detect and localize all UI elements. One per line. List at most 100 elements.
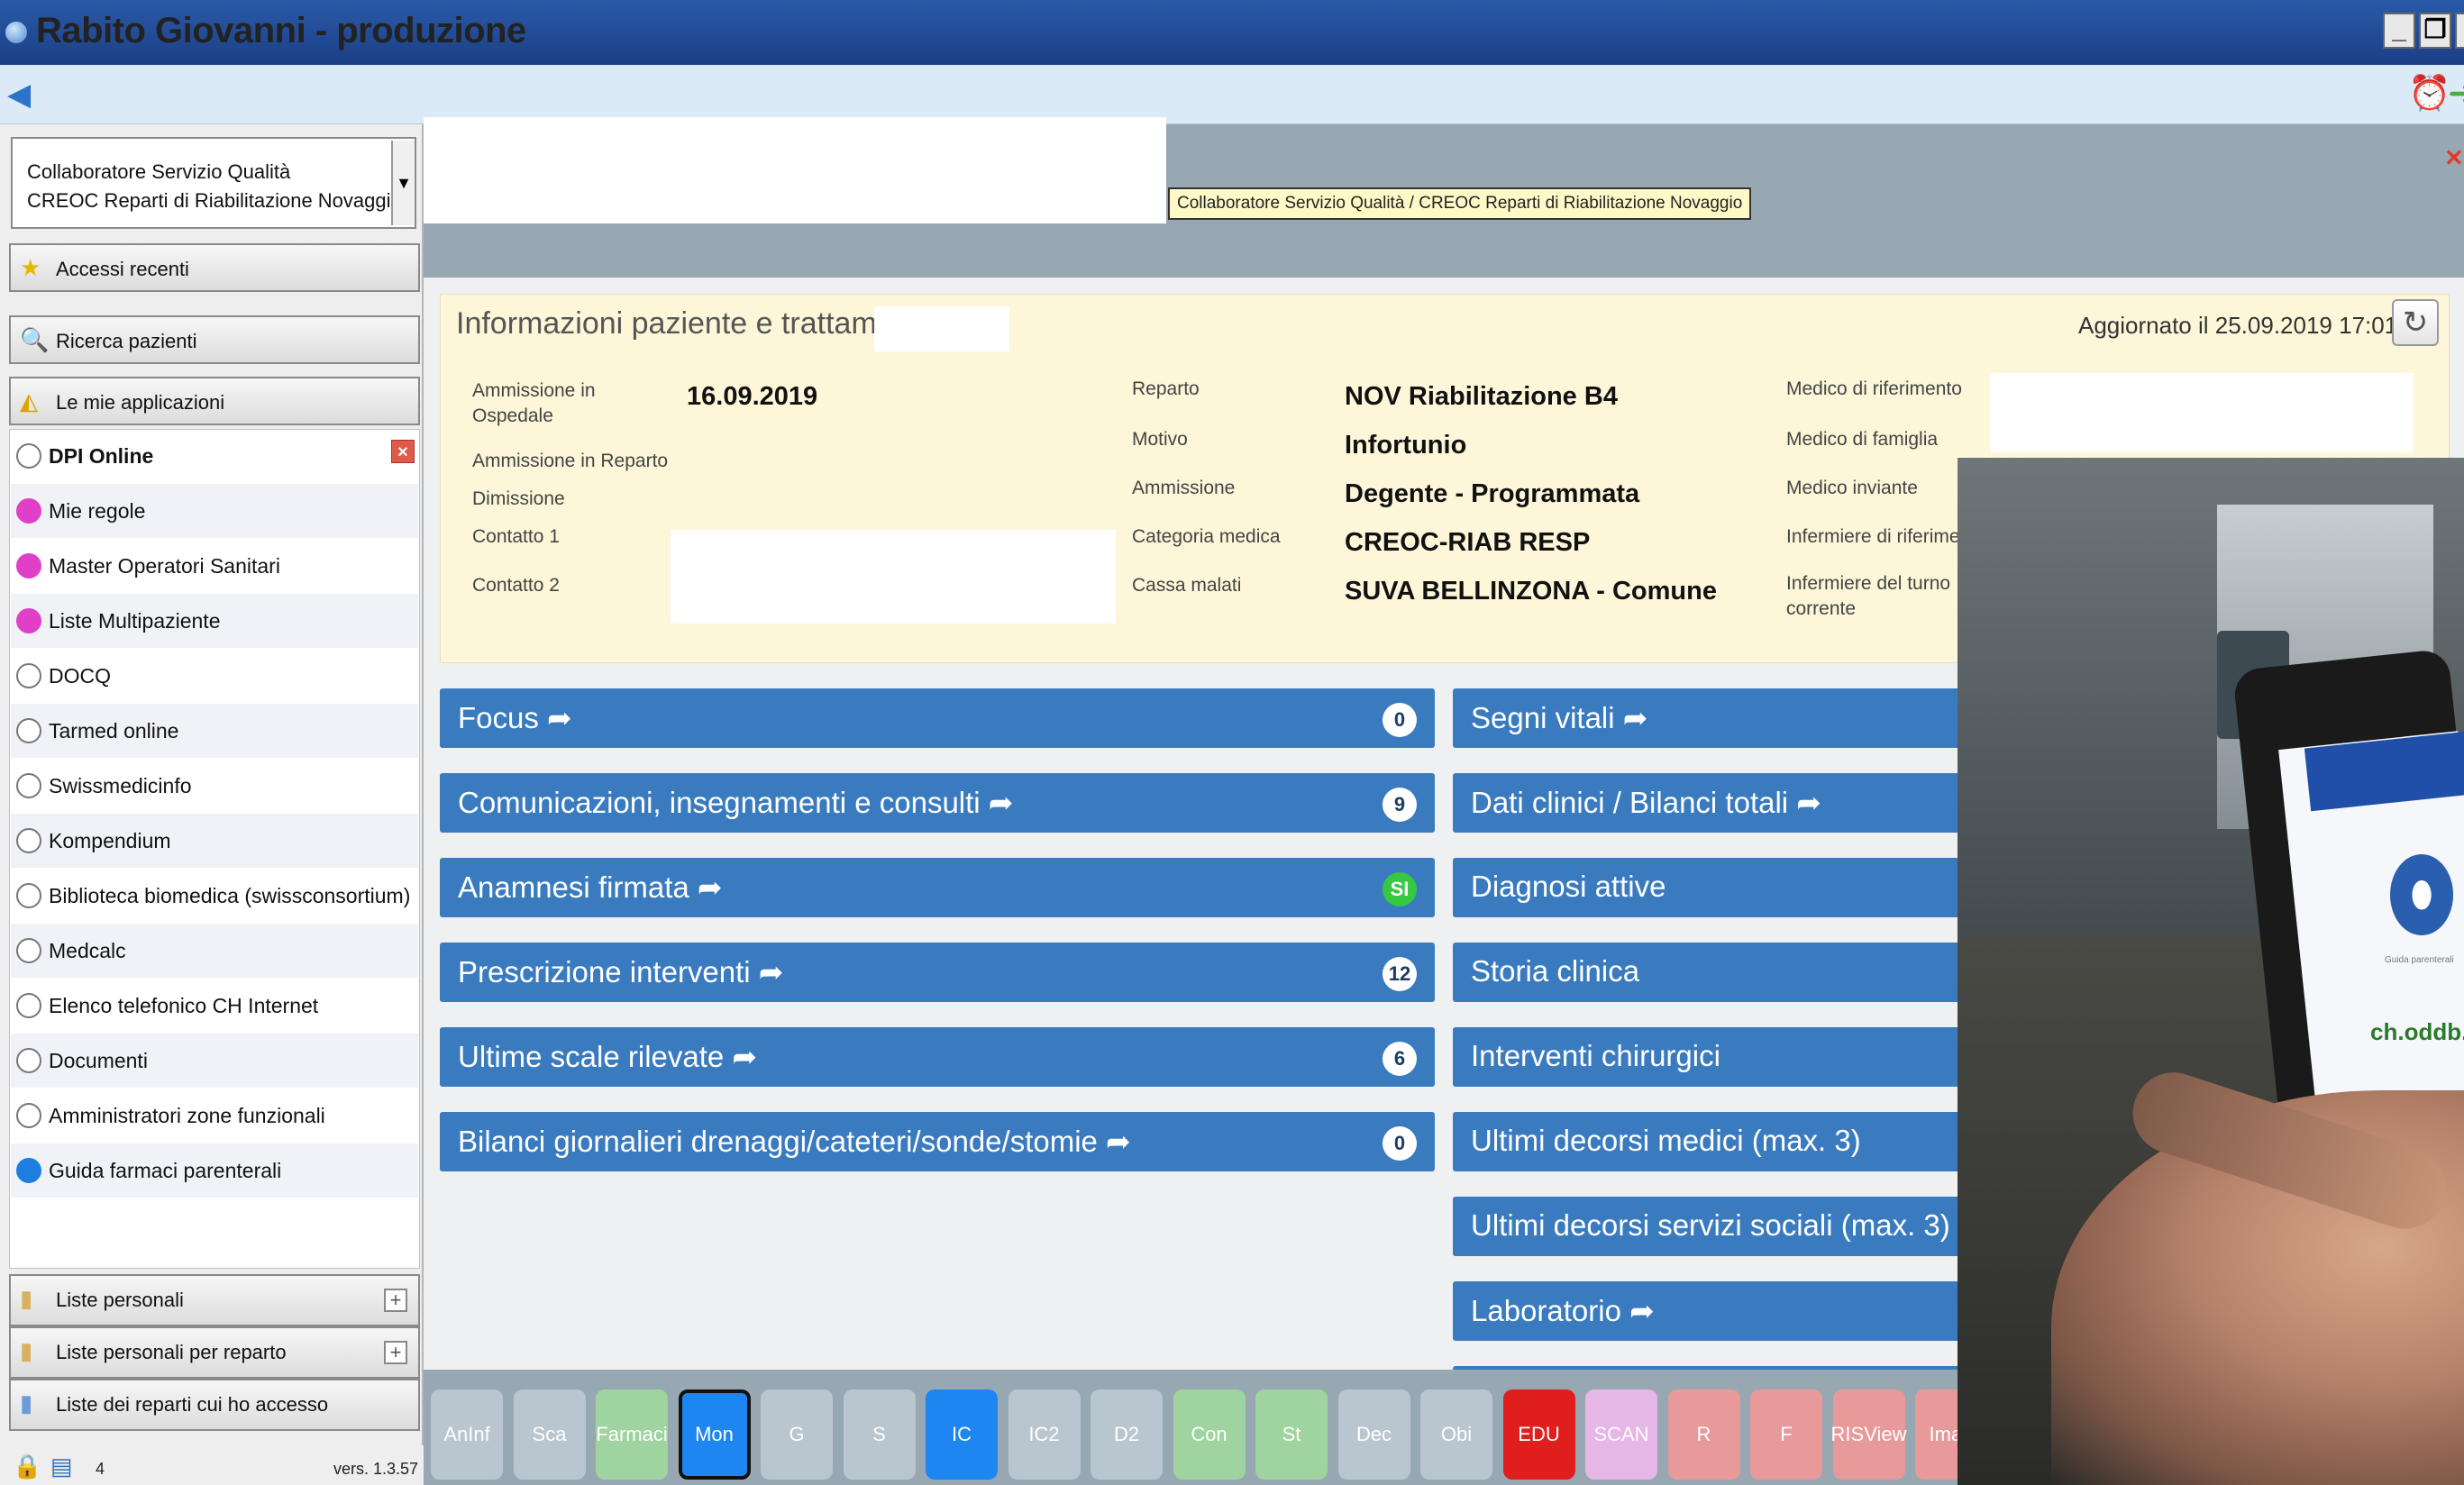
section-bar[interactable]: Bilanci giornalieri drenaggi/cateteri/so…	[440, 1112, 1435, 1171]
close-icon[interactable]: ×	[391, 440, 415, 463]
my-apps-section[interactable]: ◭ Le mie applicazioni	[9, 377, 420, 425]
redacted-area	[424, 117, 1166, 223]
field-label: Contatto 2	[472, 575, 560, 596]
app-label: Elenco telefonico CH Internet	[49, 994, 319, 1017]
tab-aninf[interactable]: AnInf	[431, 1389, 503, 1480]
tab-scan[interactable]: SCAN	[1585, 1389, 1657, 1480]
tab-farmaci[interactable]: Farmaci	[596, 1389, 668, 1480]
field-value: NOV Riabilitazione B4	[1345, 382, 1618, 411]
section-bar-label: Interventi chirurgici	[1471, 1039, 1720, 1072]
section-bar-label: Storia clinica	[1471, 954, 1640, 988]
app-list-item[interactable]: DOCQ	[11, 649, 418, 703]
tab-mon[interactable]: Mon	[678, 1389, 751, 1480]
count-badge: 12	[1383, 957, 1417, 991]
field-label: Contatto 1	[472, 526, 560, 547]
tab-f[interactable]: F	[1750, 1389, 1822, 1480]
app-list-item[interactable]: Elenco telefonico CH Internet	[11, 979, 418, 1033]
app-list-item[interactable]: Biblioteca biomedica (swissconsortium)	[11, 869, 418, 923]
section-bar[interactable]: Prescrizione interventi ➦ 12	[440, 943, 1435, 1002]
section-bar-label: Bilanci giornalieri drenaggi/cateteri/so…	[458, 1125, 1131, 1158]
iv-drip-icon: ⬮	[2390, 854, 2453, 935]
close-window-button[interactable]	[2455, 13, 2464, 49]
personal-lists-section[interactable]: ▮ Liste personali +	[9, 1274, 420, 1326]
star-folder-icon: ★	[20, 254, 41, 281]
back-arrow-icon[interactable]: ◀	[7, 79, 38, 110]
section-bar[interactable]: Anamnesi firmata ➦ SI	[440, 858, 1435, 917]
app-list-item[interactable]: Tarmed online	[11, 704, 418, 758]
status-dot-icon	[16, 1158, 41, 1183]
app-label: Amministratori zone funzionali	[49, 1104, 325, 1127]
tab-risview[interactable]: RISView	[1831, 1389, 1906, 1480]
app-label: Mie regole	[49, 499, 146, 523]
count-badge: 0	[1383, 703, 1417, 737]
field-label: Ammissione	[1132, 478, 1236, 498]
app-list-item[interactable]: Kompendium	[11, 814, 418, 868]
app-label: Master Operatori Sanitari	[49, 554, 280, 578]
close-icon[interactable]: ✕	[2444, 144, 2464, 172]
refresh-icon[interactable]: ↻	[2392, 299, 2439, 346]
tablet-caption: Guida parenterali	[2385, 955, 2454, 965]
field-label: Infermiere del turno corrente (pomeriggi…	[1786, 573, 1951, 625]
role-line-2: CREOC Reparti di Riabilitazione Novaggio	[27, 189, 402, 212]
app-list-item[interactable]: Amministratori zone funzionali	[11, 1089, 418, 1143]
section-bar[interactable]: Ultime scale rilevate ➦ 6	[440, 1027, 1435, 1087]
app-list-item[interactable]: Liste Multipaziente	[11, 594, 418, 648]
tablet-logo: ch.oddb.org	[2370, 1018, 2464, 1045]
recent-access-label: Accessi recenti	[56, 258, 189, 280]
section-bar[interactable]: Comunicazioni, insegnamenti e consulti ➦…	[440, 773, 1435, 833]
app-list-item[interactable]: DPI Online	[11, 429, 418, 483]
app-list-item[interactable]: Swissmedicinfo	[11, 759, 418, 813]
alarm-clock-icon[interactable]: ⏰	[2408, 76, 2450, 112]
tab-d2[interactable]: D2	[1091, 1389, 1163, 1480]
app-list-item[interactable]: Medcalc	[11, 924, 418, 978]
personal-lists-dept-section[interactable]: ▮ Liste personali per reparto +	[9, 1326, 420, 1379]
section-bar-label: Focus ➦	[458, 701, 572, 734]
tab-edu[interactable]: EDU	[1502, 1389, 1575, 1480]
tab-ic2[interactable]: IC2	[1008, 1389, 1081, 1480]
tab-sca[interactable]: Sca	[513, 1389, 586, 1480]
app-list-item[interactable]: Guida farmaci parenterali	[11, 1143, 418, 1198]
field-label: Infermiere di riferime	[1786, 526, 1958, 547]
restore-button[interactable]: ❐	[2419, 13, 2451, 49]
patient-search-section[interactable]: 🔍 Ricerca pazienti	[9, 315, 420, 364]
status-dot-icon	[16, 1103, 41, 1128]
app-label: Liste Multipaziente	[49, 609, 221, 633]
dropdown-arrow-icon[interactable]: ▼	[391, 141, 415, 225]
section-bar-label: Diagnosi attive	[1471, 870, 1666, 903]
field-value: CREOC-RIAB RESP	[1345, 528, 1591, 557]
window-title: Rabito Giovanni - produzione	[36, 11, 526, 50]
tab-dec[interactable]: Dec	[1337, 1389, 1410, 1480]
field-label: Motivo	[1132, 429, 1188, 450]
section-bar[interactable]: Focus ➦ 0	[440, 688, 1435, 748]
tab-obi[interactable]: Obi	[1420, 1389, 1492, 1480]
exit-icon[interactable]: ➜	[2448, 76, 2464, 112]
status-dot-icon	[16, 608, 41, 633]
app-list-item[interactable]: Mie regole	[11, 484, 418, 538]
status-dot-icon	[16, 828, 41, 853]
tab-st[interactable]: St	[1255, 1389, 1328, 1480]
minimize-button[interactable]: _	[2383, 13, 2415, 49]
magnifier-icon: 🔍	[20, 326, 50, 353]
recent-access-section[interactable]: ★ Accessi recenti	[9, 243, 420, 292]
tab-con[interactable]: Con	[1173, 1389, 1246, 1480]
document-icon: ▤	[50, 1453, 73, 1480]
dept-lists-label: Liste dei reparti cui ho accesso	[56, 1393, 329, 1416]
tab-s[interactable]: S	[843, 1389, 916, 1480]
personal-lists-label: Liste personali	[56, 1289, 184, 1311]
tab-ic[interactable]: IC	[926, 1389, 998, 1480]
tab-g[interactable]: G	[761, 1389, 833, 1480]
expand-icon[interactable]: +	[384, 1341, 407, 1364]
app-list-item[interactable]: Master Operatori Sanitari	[11, 539, 418, 593]
folder-icon: ▮	[20, 1337, 33, 1364]
folder-icon: ▮	[20, 1285, 33, 1312]
tab-r[interactable]: R	[1667, 1389, 1740, 1480]
redacted-area	[874, 306, 1009, 351]
status-count: 4	[96, 1460, 105, 1478]
status-dot-icon	[16, 718, 41, 743]
count-badge: 9	[1383, 788, 1417, 822]
app-list-item[interactable]: Documenti	[11, 1034, 418, 1088]
expand-icon[interactable]: +	[384, 1289, 407, 1312]
dept-lists-section[interactable]: ▮ Liste dei reparti cui ho accesso	[9, 1379, 420, 1431]
lock-icon: 🔒	[13, 1453, 42, 1480]
field-label: Medico inviante	[1786, 478, 1918, 498]
